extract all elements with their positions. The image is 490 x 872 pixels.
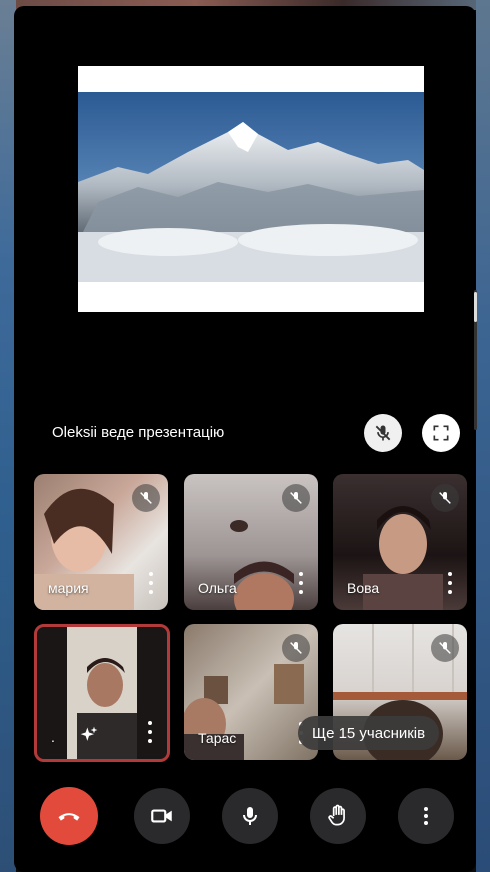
raise-hand-icon (328, 804, 345, 826)
raise-hand-button[interactable] (310, 788, 366, 844)
mountain-image (78, 92, 424, 282)
participant-name: Вова (347, 580, 380, 596)
photo-edge-right (476, 0, 490, 872)
more-participants-button[interactable]: Ще 15 учасників (298, 716, 440, 750)
participant-tile[interactable]: Вова (333, 474, 467, 610)
fullscreen-button[interactable] (422, 414, 460, 452)
end-call-button[interactable] (40, 787, 98, 845)
camera-button[interactable] (134, 788, 190, 844)
mic-off-icon (431, 484, 459, 512)
mic-off-icon (282, 634, 310, 662)
more-options-icon (424, 807, 428, 825)
presenter-label: Oleksii веде презентацію (52, 424, 225, 441)
presentation-muted-button[interactable] (364, 414, 402, 452)
fullscreen-icon (433, 425, 449, 441)
participant-name: . (51, 729, 55, 745)
presentation-slide (78, 66, 424, 312)
more-options-button[interactable] (398, 788, 454, 844)
participant-tile-active[interactable]: . (34, 624, 170, 762)
participant-name: мария (48, 580, 89, 596)
participant-tile[interactable]: мария (34, 474, 168, 610)
mic-off-icon (282, 484, 310, 512)
mic-off-icon (375, 425, 391, 441)
more-options-icon[interactable] (148, 572, 154, 594)
microphone-button[interactable] (222, 788, 278, 844)
participant-tile[interactable]: Ольга (184, 474, 318, 610)
more-options-icon[interactable] (147, 721, 153, 743)
mic-off-icon (132, 484, 160, 512)
participant-name: Ольга (198, 580, 237, 596)
more-options-icon[interactable] (447, 572, 453, 594)
mic-off-icon (431, 634, 459, 662)
sparkle-effects-icon[interactable] (79, 725, 99, 745)
camera-icon (151, 809, 172, 823)
end-call-icon (58, 813, 80, 821)
participant-tile[interactable]: Тарас (184, 624, 318, 760)
scrollbar-thumb[interactable] (474, 292, 477, 322)
more-options-icon[interactable] (298, 572, 304, 594)
microphone-icon (243, 807, 257, 825)
participant-name: Тарас (198, 730, 237, 746)
